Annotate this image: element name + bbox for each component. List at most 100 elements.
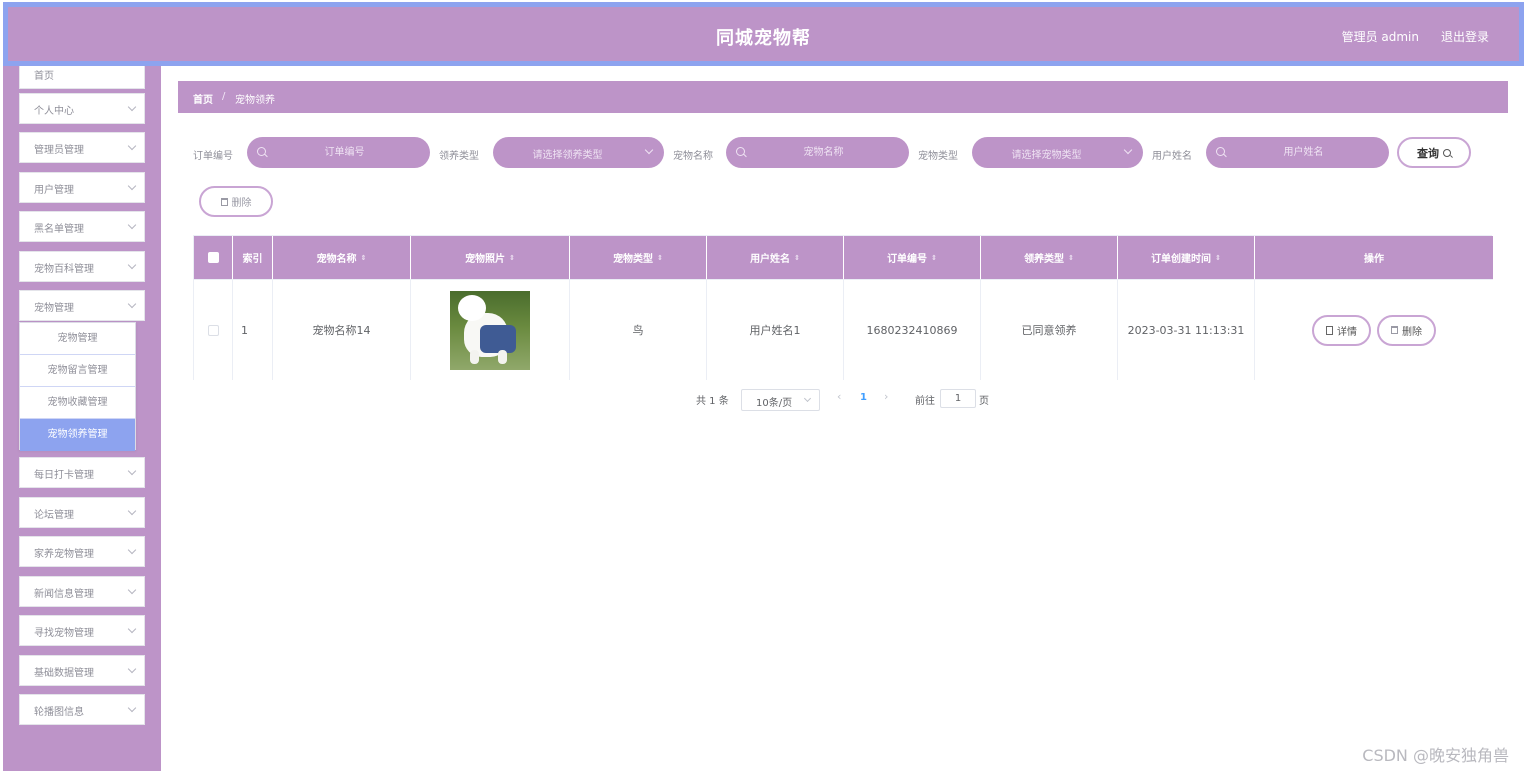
user-name-field: [1206, 137, 1389, 168]
sidebar-item-label: 宠物百科管理: [34, 264, 94, 275]
trash-icon: [220, 197, 228, 206]
logout-link[interactable]: 退出登录: [1441, 28, 1489, 45]
dog-leg-shape: [470, 349, 479, 364]
column-header-label: 宠物照片: [465, 254, 506, 265]
detail-button[interactable]: 详情: [1312, 314, 1371, 346]
submenu-item-pet-favorites[interactable]: 宠物收藏管理: [20, 387, 135, 419]
chevron-down-icon: [127, 506, 137, 516]
column-header-order-no[interactable]: 订单编号 ⇕: [844, 236, 981, 279]
select-all-checkbox[interactable]: [207, 252, 219, 263]
breadcrumb-home[interactable]: 首页: [193, 91, 213, 106]
user-name-label: 用户姓名: [1152, 151, 1192, 162]
sidebar-item-forum[interactable]: 论坛管理: [19, 497, 145, 528]
row-delete-button[interactable]: 删除: [1377, 314, 1436, 346]
chevron-down-icon: [127, 260, 137, 270]
user-name-input[interactable]: [1230, 137, 1377, 168]
column-header-created-at[interactable]: 订单创建时间 ⇕: [1118, 236, 1255, 279]
order-no-input[interactable]: [271, 137, 418, 168]
sort-icon[interactable]: ⇕: [509, 254, 515, 261]
sort-icon[interactable]: ⇕: [794, 254, 800, 261]
chevron-down-icon: [127, 181, 137, 191]
pet-name-label: 宠物名称: [673, 151, 713, 162]
chevron-down-icon: [1123, 145, 1133, 155]
cell-pet-type: 鸟: [570, 280, 707, 380]
sidebar-item-daily-checkin[interactable]: 每日打卡管理: [19, 457, 145, 488]
row-select-cell: [194, 280, 233, 380]
column-header-pet-name[interactable]: 宠物名称 ⇕: [273, 236, 411, 279]
dog-head-shape: [458, 294, 486, 321]
column-header-user-name[interactable]: 用户姓名 ⇕: [707, 236, 844, 279]
batch-delete-button[interactable]: 删除: [199, 186, 273, 217]
current-page-number[interactable]: 1: [860, 392, 867, 403]
order-no-label: 订单编号: [193, 151, 233, 162]
chevron-down-icon: [127, 299, 137, 309]
sidebar-item-label: 寻找宠物管理: [34, 628, 94, 639]
row-checkbox[interactable]: [207, 324, 219, 336]
chevron-down-icon: [127, 624, 137, 634]
sidebar-item-label: 管理员管理: [34, 145, 84, 156]
submenu-item-pet-messages[interactable]: 宠物留言管理: [20, 355, 135, 387]
next-page-button[interactable]: ›: [884, 390, 888, 403]
sidebar-item-blacklist-management[interactable]: 黑名单管理: [19, 211, 145, 242]
goto-page-input[interactable]: [940, 389, 976, 408]
column-header-label: 索引: [242, 254, 263, 265]
sidebar-item-pet-encyclopedia[interactable]: 宠物百科管理: [19, 251, 145, 282]
chevron-down-icon: [127, 102, 137, 112]
pet-name-input[interactable]: [750, 137, 897, 168]
column-header-label: 领养类型: [1024, 254, 1065, 265]
sidebar-item-admin-management[interactable]: 管理员管理: [19, 132, 145, 163]
cell-actions: 详情 删除: [1255, 280, 1493, 380]
pet-photo-image[interactable]: [450, 290, 530, 370]
prev-page-button[interactable]: ‹: [837, 390, 841, 403]
sidebar-item-lost-pets[interactable]: 寻找宠物管理: [19, 615, 145, 646]
column-header-label: 订单编号: [887, 254, 928, 265]
cell-pet-name: 宠物名称14: [273, 280, 411, 380]
header-select-all-cell: [194, 236, 233, 279]
adopt-type-select[interactable]: 请选择领养类型: [493, 137, 664, 168]
pet-type-placeholder: 请选择宠物类型: [1011, 150, 1082, 161]
column-header-pet-photo[interactable]: 宠物照片 ⇕: [411, 236, 570, 279]
sidebar-item-pet-management[interactable]: 宠物管理: [19, 290, 145, 321]
sidebar-item-label: 首页: [34, 71, 54, 82]
column-header-label: 宠物类型: [613, 254, 654, 265]
sidebar-item-home-pets[interactable]: 家养宠物管理: [19, 536, 145, 567]
sort-icon[interactable]: ⇕: [657, 254, 663, 261]
pet-management-submenu: 宠物管理 宠物留言管理 宠物收藏管理 宠物领养管理: [19, 322, 136, 451]
chevron-down-icon: [803, 394, 812, 403]
dog-shirt-shape: [480, 324, 516, 353]
sort-icon[interactable]: ⇕: [361, 254, 367, 261]
sidebar-item-personal-center[interactable]: 个人中心: [19, 93, 145, 124]
column-header-index: 索引: [233, 236, 273, 279]
sidebar-item-carousel[interactable]: 轮播图信息: [19, 694, 145, 725]
sidebar-item-base-data[interactable]: 基础数据管理: [19, 655, 145, 686]
sidebar-item-home[interactable]: 首页: [19, 66, 145, 89]
page-size-select[interactable]: 10条/页: [741, 389, 820, 411]
sort-icon[interactable]: ⇕: [1068, 254, 1074, 261]
pagination-total: 共 1 条: [696, 396, 729, 407]
sidebar-item-user-management[interactable]: 用户管理: [19, 172, 145, 203]
column-header-label: 操作: [1364, 254, 1384, 265]
sidebar-item-label: 论坛管理: [34, 510, 74, 521]
query-button-label: 查询: [1417, 146, 1439, 160]
breadcrumb: 首页 / 宠物领养: [178, 81, 1508, 113]
pet-type-select[interactable]: 请选择宠物类型: [972, 137, 1143, 168]
pet-type-label: 宠物类型: [918, 151, 958, 162]
column-header-adopt-type[interactable]: 领养类型 ⇕: [981, 236, 1118, 279]
table-row: 1 宠物名称14 鸟 用户姓名1 1680232410869 已同意领养 202…: [194, 279, 1493, 380]
row-delete-label: 删除: [1402, 326, 1422, 338]
sidebar-item-news[interactable]: 新闻信息管理: [19, 576, 145, 607]
sidebar-item-label: 基础数据管理: [34, 668, 94, 679]
watermark: CSDN @晚安独角兽: [1362, 746, 1509, 765]
chevron-down-icon: [644, 145, 654, 155]
table-header: 索引 宠物名称 ⇕ 宠物照片 ⇕ 宠物类型 ⇕ 用户姓名 ⇕ 订单编号 ⇕ 领养…: [194, 236, 1493, 279]
column-header-pet-type[interactable]: 宠物类型 ⇕: [570, 236, 707, 279]
query-button[interactable]: 查询: [1397, 137, 1471, 168]
cell-order-no: 1680232410869: [844, 280, 981, 380]
submenu-item-pet-adoption[interactable]: 宠物领养管理: [20, 419, 135, 451]
sort-icon[interactable]: ⇕: [931, 254, 937, 261]
search-icon: [736, 147, 745, 156]
submenu-item-pet-management[interactable]: 宠物管理: [20, 323, 135, 355]
chevron-down-icon: [127, 545, 137, 555]
sort-icon[interactable]: ⇕: [1215, 254, 1221, 261]
cell-index: 1: [233, 280, 273, 380]
